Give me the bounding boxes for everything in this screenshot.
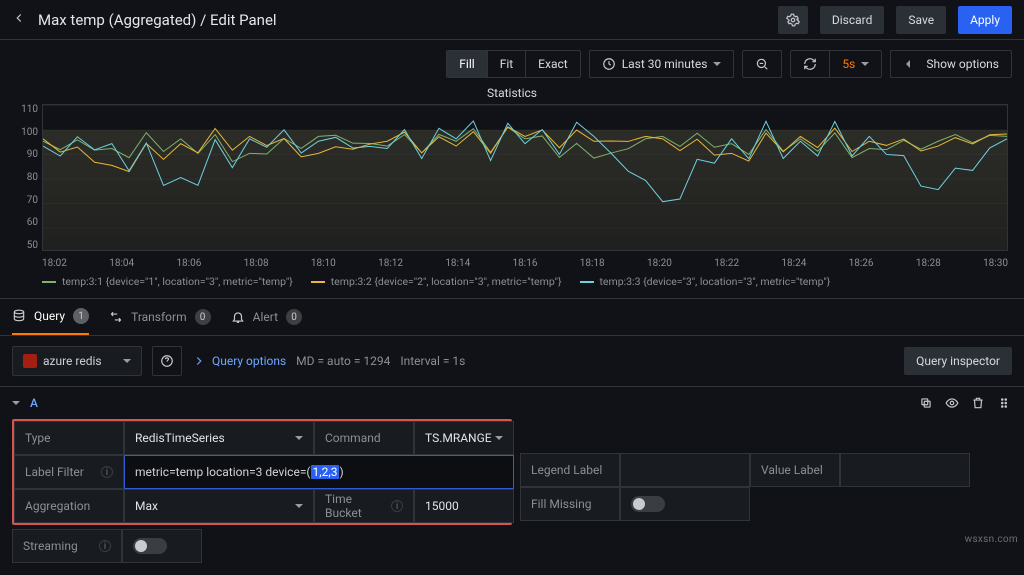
eye-icon <box>945 396 959 410</box>
streaming-row: Streamingi <box>12 529 512 563</box>
command-label: Command <box>314 421 414 455</box>
zoom-out-button[interactable] <box>742 50 782 78</box>
query-count-badge: 1 <box>73 308 89 324</box>
refresh-icon <box>803 57 817 71</box>
time-bucket-label: Time Bucketi <box>314 489 414 523</box>
fill-missing-field: Fill Missing <box>520 487 750 521</box>
save-button[interactable]: Save <box>896 6 946 34</box>
label-filter-input[interactable]: metric=temp location=3 device=(1,2,3) <box>124 455 514 489</box>
chevron-down-icon <box>123 354 131 368</box>
panel-toolbar: Fill Fit Exact Last 30 minutes 5s Show o… <box>0 40 1024 84</box>
exact-mode-button[interactable]: Exact <box>526 51 580 77</box>
chart-plot <box>42 104 1008 251</box>
arrow-left-icon <box>12 11 26 25</box>
chart-area[interactable]: 1101009080706050 18:0218:0418:0618:0818:… <box>16 104 1008 269</box>
label-filter-label: Label Filteri <box>14 455 124 489</box>
chevron-down-icon <box>861 57 869 71</box>
query-options-md: MD = auto = 1294 <box>296 354 390 368</box>
chevron-down-icon <box>713 57 721 71</box>
chevron-right-icon <box>192 354 206 368</box>
value-label-input[interactable] <box>840 453 970 487</box>
editor-header: Max temp (Aggregated) / Edit Panel Disca… <box>0 0 1024 40</box>
query-inspector-button[interactable]: Query inspector <box>904 347 1012 375</box>
toggle-off-icon <box>133 538 167 554</box>
help-icon[interactable]: i <box>391 500 403 512</box>
query-editor: A Type RedisTimeSeries Command TS.MRANGE… <box>0 387 1024 575</box>
delete-query-button[interactable] <box>970 395 986 411</box>
show-options-button[interactable]: Show options <box>890 50 1012 78</box>
chart-panel: Statistics 1101009080706050 18:0218:0418… <box>0 84 1024 298</box>
query-options-interval: Interval = 1s <box>400 354 465 368</box>
refresh-interval-button[interactable]: 5s <box>830 51 881 77</box>
tab-transform[interactable]: Transform 0 <box>109 299 211 335</box>
help-icon[interactable]: i <box>99 540 111 552</box>
page-title: Max temp (Aggregated) / Edit Panel <box>38 11 766 29</box>
chart-legend: temp:3:1 {device="1", location="3", metr… <box>16 269 1008 292</box>
legend-item[interactable]: temp:3:1 {device="1", location="3", metr… <box>42 275 293 288</box>
settings-button[interactable] <box>778 6 808 34</box>
alert-count-badge: 0 <box>286 309 302 325</box>
query-highlight-box: Type RedisTimeSeries Command TS.MRANGE L… <box>12 419 512 525</box>
tab-query[interactable]: Query 1 <box>12 299 89 335</box>
legend-item[interactable]: temp:3:2 {device="2", location="3", metr… <box>311 275 562 288</box>
time-range-label: Last 30 minutes <box>622 57 708 71</box>
chart-title: Statistics <box>16 84 1008 104</box>
refresh-button[interactable] <box>791 51 830 77</box>
redis-logo-icon <box>23 354 37 368</box>
streaming-toggle[interactable] <box>122 529 202 563</box>
duplicate-query-button[interactable] <box>918 395 934 411</box>
command-value[interactable]: TS.MRANGE <box>414 421 514 455</box>
toggle-off-icon <box>631 496 665 512</box>
grip-icon <box>997 396 1011 410</box>
back-button[interactable] <box>12 11 26 28</box>
query-header: A <box>12 395 1012 411</box>
datasource-select[interactable]: azure redis <box>12 346 142 376</box>
legend-label-field: Legend Label Value Label <box>520 453 970 487</box>
database-icon <box>12 309 26 323</box>
query-collapse-toggle[interactable] <box>12 396 20 410</box>
legend-label-input[interactable] <box>620 453 750 487</box>
transform-icon <box>109 310 123 324</box>
transform-count-badge: 0 <box>195 309 211 325</box>
watermark: wsxsn.com <box>965 534 1018 545</box>
fit-mode-button[interactable]: Fit <box>488 51 526 77</box>
type-select[interactable]: RedisTimeSeries <box>124 421 314 455</box>
drag-handle[interactable] <box>996 395 1012 411</box>
time-bucket-input[interactable]: 15000 <box>414 489 514 523</box>
fill-mode-button[interactable]: Fill <box>447 51 487 77</box>
time-range-picker[interactable]: Last 30 minutes <box>589 50 735 78</box>
apply-button[interactable]: Apply <box>958 6 1012 34</box>
datasource-help-button[interactable] <box>152 346 182 376</box>
query-options-toggle[interactable]: Query options <box>192 354 286 368</box>
chevron-down-icon <box>495 431 503 445</box>
gear-icon <box>786 13 800 27</box>
aggregation-select[interactable]: Max <box>124 489 314 523</box>
editor-tabs: Query 1 Transform 0 Alert 0 <box>0 298 1024 336</box>
discard-button[interactable]: Discard <box>820 6 885 34</box>
chart-x-axis: 18:0218:0418:0618:0818:1018:1218:1418:16… <box>42 258 1008 269</box>
chart-y-axis: 1101009080706050 <box>14 104 38 251</box>
help-icon[interactable]: i <box>101 466 113 478</box>
question-icon <box>160 354 174 368</box>
datasource-row: azure redis Query options MD = auto = 12… <box>0 336 1024 387</box>
trash-icon <box>971 396 985 410</box>
aggregation-label: Aggregation <box>14 489 124 523</box>
chevron-down-icon <box>295 431 303 445</box>
chevron-left-icon <box>903 57 911 71</box>
zoom-out-icon <box>755 57 769 71</box>
fit-mode-segment: Fill Fit Exact <box>446 50 580 78</box>
copy-icon <box>919 396 933 410</box>
refresh-segment: 5s <box>790 50 882 78</box>
bell-icon <box>231 310 245 324</box>
query-name[interactable]: A <box>30 396 38 410</box>
toggle-visibility-button[interactable] <box>944 395 960 411</box>
type-label: Type <box>14 421 124 455</box>
legend-item[interactable]: temp:3:3 {device="3", location="3", metr… <box>580 275 831 288</box>
fill-missing-toggle[interactable] <box>620 487 750 521</box>
clock-icon <box>602 57 616 71</box>
tab-alert[interactable]: Alert 0 <box>231 299 302 335</box>
chevron-down-icon <box>295 499 303 513</box>
